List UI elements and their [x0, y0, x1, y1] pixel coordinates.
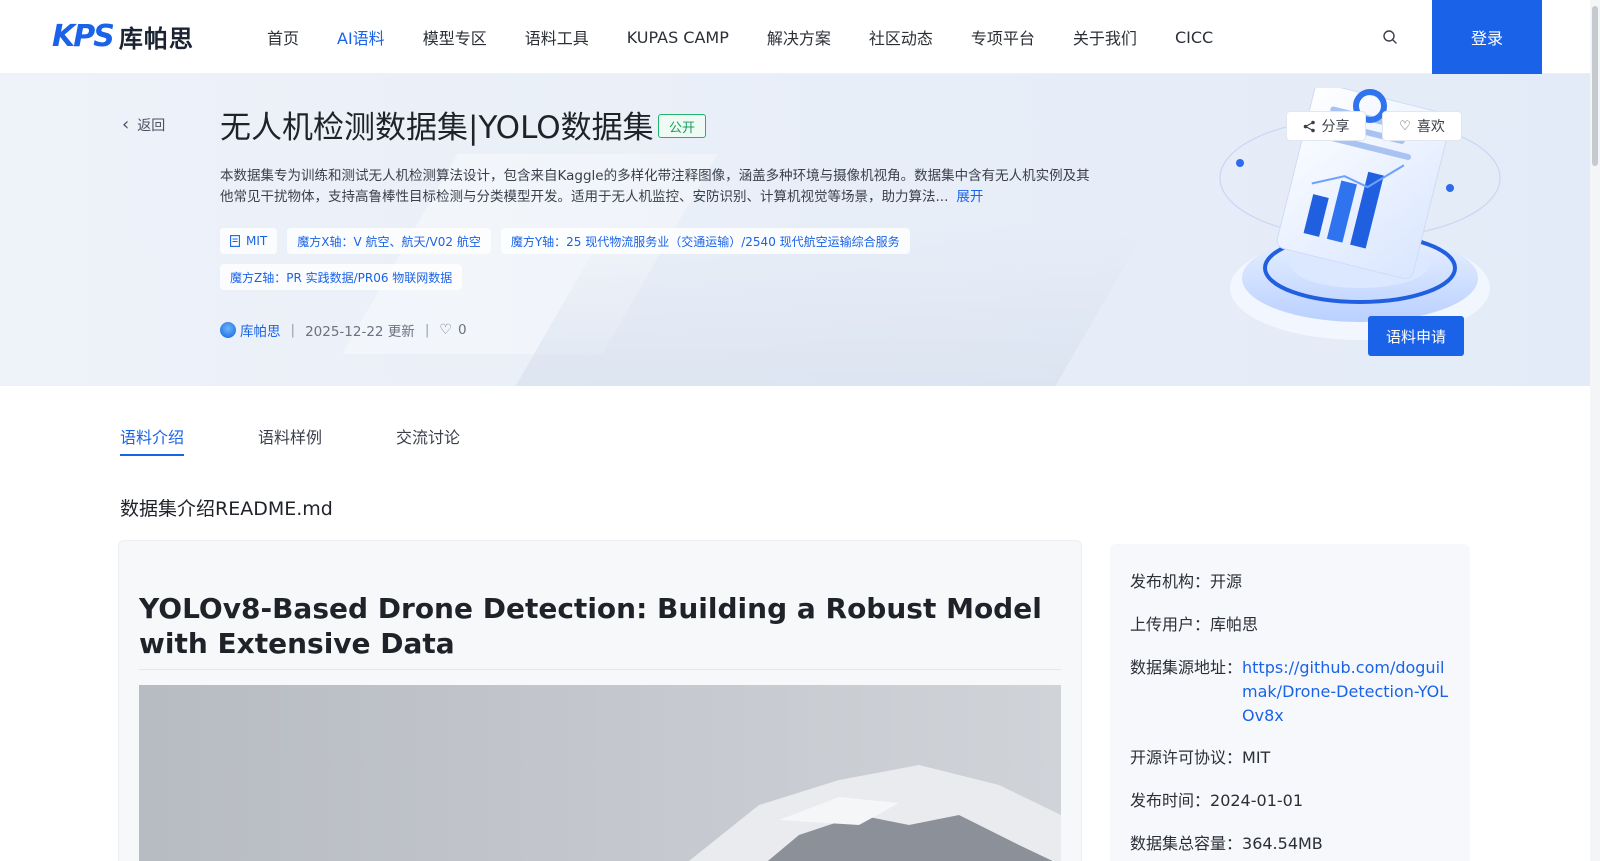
dataset-info-card: 发布机构： 开源 上传用户： 库帕思 数据集源地址： https://githu… — [1110, 544, 1470, 861]
info-value: 开源 — [1210, 572, 1243, 591]
like-count-value: 0 — [457, 322, 467, 338]
nav-kupas-camp[interactable]: KUPAS CAMP — [627, 28, 729, 47]
dataset-description: 本数据集专为训练和测试无人机检测算法设计，包含来自Kaggle的多样化带注释图像… — [220, 166, 1100, 208]
tab-discussion[interactable]: 交流讨论 — [396, 424, 460, 456]
like-button[interactable]: ♡ 喜欢 — [1382, 111, 1462, 141]
nav-home[interactable]: 首页 — [267, 25, 299, 49]
info-label: 数据集总容量： — [1130, 834, 1243, 853]
public-badge: 公开 — [658, 114, 707, 138]
dataset-meta: 库帕思 | 2025-12-22 更新 | ♡ 0 — [220, 320, 467, 340]
avatar — [220, 322, 236, 338]
logo-text: 库帕思 — [118, 24, 194, 53]
tab-corpus-samples[interactable]: 语料样例 — [258, 424, 322, 456]
info-publish-date: 发布时间： 2024-01-01 — [1130, 789, 1303, 813]
tag-cube-z[interactable]: 魔方Z轴：PR 实践数据/PR06 物联网数据 — [220, 264, 463, 290]
tag-cube-x[interactable]: 魔方X轴：V 航空、航天/V02 航空 — [287, 228, 491, 254]
info-label: 发布机构： — [1130, 572, 1211, 591]
apply-corpus-button[interactable]: 语料申请 — [1368, 316, 1464, 356]
info-value: 库帕思 — [1210, 615, 1259, 634]
info-total-size: 数据集总容量： 364.54MB — [1130, 832, 1323, 856]
info-label: 开源许可协议： — [1130, 748, 1243, 767]
dataset-title: 无人机检测数据集|YOLO数据集 — [220, 110, 654, 146]
info-publisher: 发布机构： 开源 — [1130, 570, 1242, 594]
author-link[interactable]: 库帕思 — [240, 320, 281, 340]
readme-heading: YOLOv8-Based Drone Detection: Building a… — [139, 592, 1042, 660]
main-nav: 首页 AI语料 模型专区 语料工具 KUPAS CAMP 解决方案 社区动态 专… — [248, 0, 1232, 74]
chevron-left-icon: ‹ — [122, 114, 130, 135]
info-value: 2024-01-01 — [1210, 791, 1303, 810]
like-label: 喜欢 — [1416, 119, 1445, 135]
info-value: MIT — [1242, 748, 1271, 767]
heading-divider — [139, 669, 1061, 670]
tab-corpus-intro[interactable]: 语料介绍 — [120, 424, 185, 456]
nav-community[interactable]: 社区动态 — [869, 25, 933, 49]
nav-models[interactable]: 模型专区 — [423, 25, 487, 49]
share-button[interactable]: 分享 — [1286, 111, 1366, 141]
info-license: 开源许可协议： MIT — [1130, 746, 1270, 770]
info-label: 上传用户： — [1130, 615, 1211, 634]
tag-list: MIT 魔方X轴：V 航空、航天/V02 航空 魔方Y轴：25 现代物流服务业（… — [220, 228, 920, 290]
nav-corpus-tools[interactable]: 语料工具 — [525, 25, 589, 49]
heart-icon: ♡ — [439, 322, 452, 338]
source-link[interactable]: https://github.com/doguilmak/Drone-Detec… — [1242, 656, 1454, 728]
logo-mark: KPS — [52, 18, 115, 54]
nav-special-platform[interactable]: 专项平台 — [971, 25, 1035, 49]
info-label: 数据集源地址： — [1130, 658, 1243, 677]
site-logo[interactable]: KPS 库帕思 — [52, 18, 194, 54]
tag-license-label: MIT — [246, 234, 268, 248]
document-icon — [230, 235, 240, 247]
nav-cicc[interactable]: CICC — [1175, 28, 1213, 47]
tag-license[interactable]: MIT — [220, 228, 278, 254]
readme-image — [139, 685, 1061, 861]
readme-card: YOLOv8-Based Drone Detection: Building a… — [118, 540, 1082, 861]
content-tabs: 语料介绍 语料样例 交流讨论 — [120, 424, 534, 456]
update-time: 2025-12-22 更新 — [305, 324, 415, 340]
share-label: 分享 — [1321, 119, 1350, 135]
tag-cube-y[interactable]: 魔方Y轴：25 现代物流服务业（交通运输）/2540 现代航空运输综合服务 — [500, 228, 910, 254]
info-source: 数据集源地址： https://github.com/doguilmak/Dro… — [1130, 656, 1454, 728]
top-header: KPS 库帕思 首页 AI语料 模型专区 语料工具 KUPAS CAMP 解决方… — [0, 0, 1590, 74]
section-title: 数据集介绍README.md — [120, 498, 333, 520]
heart-icon: ♡ — [1399, 118, 1411, 134]
search-icon[interactable] — [1380, 27, 1400, 47]
share-icon — [1303, 120, 1315, 132]
divider: | — [290, 322, 296, 338]
expand-link[interactable]: 展开 — [956, 189, 983, 205]
snowy-mountain-image — [139, 685, 1061, 861]
info-uploader: 上传用户： 库帕思 — [1130, 613, 1258, 637]
login-button[interactable]: 登录 — [1432, 0, 1542, 74]
info-label: 发布时间： — [1130, 791, 1211, 810]
nav-solutions[interactable]: 解决方案 — [767, 25, 831, 49]
info-value: 364.54MB — [1242, 834, 1323, 853]
divider: | — [424, 322, 430, 338]
nav-about[interactable]: 关于我们 — [1073, 25, 1137, 49]
like-count: ♡ 0 — [439, 322, 466, 338]
page-scrollbar[interactable] — [1590, 0, 1600, 861]
scrollbar-thumb[interactable] — [1592, 6, 1598, 166]
dataset-hero: ‹ 返回 无人机检测数据集|YOLO数据集 公开 本数据集专为训练和测试无人机检… — [0, 74, 1590, 386]
back-label: 返回 — [137, 117, 166, 134]
nav-ai-corpus[interactable]: AI语料 — [337, 25, 385, 49]
back-button[interactable]: ‹ 返回 — [122, 114, 165, 135]
